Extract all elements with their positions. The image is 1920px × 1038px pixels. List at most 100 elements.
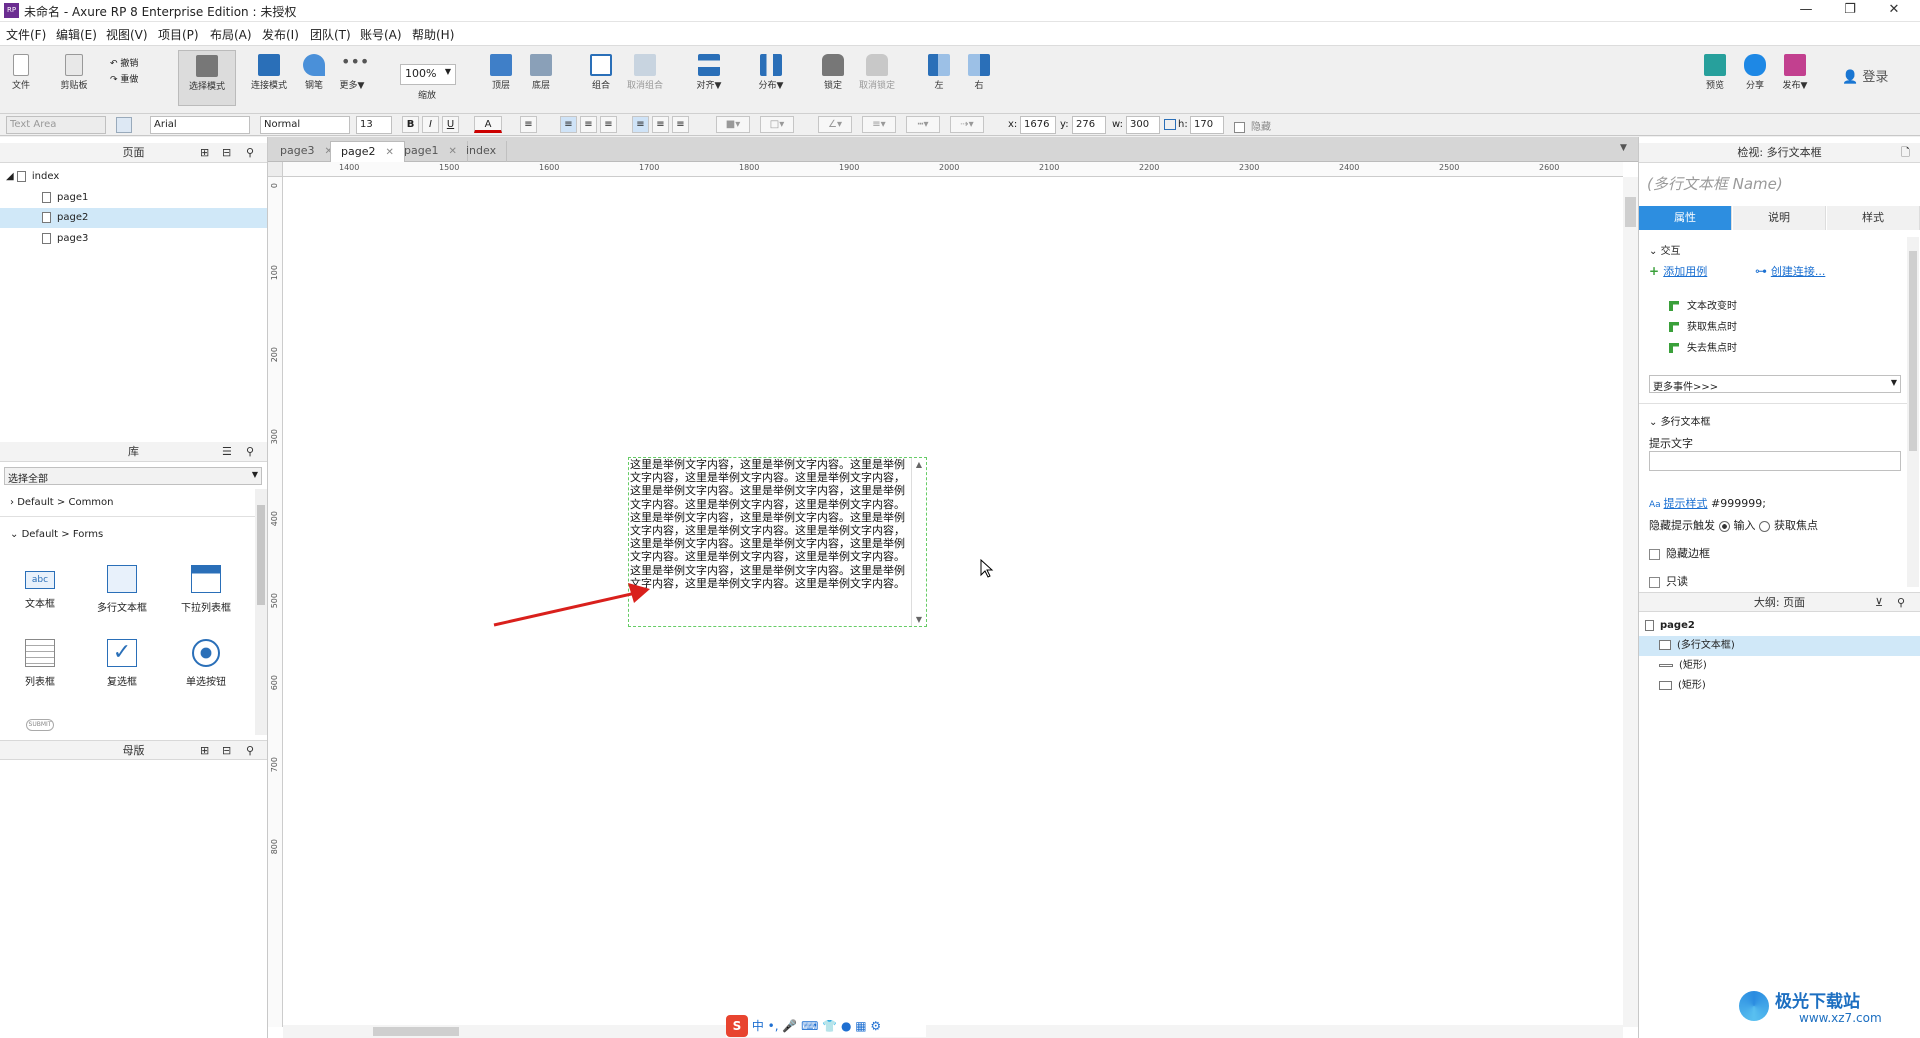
outline-item-rect-1[interactable]: (矩形) [1639, 656, 1920, 676]
notes-icon[interactable]: 🗋 [1901, 143, 1910, 163]
valign-middle-icon[interactable]: ≡ [652, 116, 669, 133]
text-area-scrollbar[interactable]: ▲ ▼ [911, 458, 926, 626]
add-folder-icon[interactable]: ⊟ [222, 741, 231, 761]
radio-focus-option[interactable] [1759, 520, 1770, 532]
x-input[interactable]: 1676 [1020, 116, 1056, 134]
event-blur[interactable]: 失去焦点时 [1669, 339, 1737, 354]
text-area-content[interactable]: 这里是举例文字内容，这里是举例文字内容。这里是举例文字内容，这里是举例文字内容。… [630, 458, 912, 590]
share-button[interactable]: 分享 [1740, 50, 1770, 106]
readonly-checkbox[interactable]: 只读 [1649, 573, 1688, 589]
hscroll-thumb[interactable] [373, 1027, 459, 1036]
page-tree-item-page2[interactable]: page2 [0, 208, 267, 228]
outline-page-item[interactable]: page2 [1639, 616, 1920, 636]
menu-edit[interactable]: 编辑(E) [56, 26, 97, 43]
redo-button[interactable]: ↷ 重做 [110, 72, 138, 85]
font-family-select[interactable]: Arial [150, 116, 250, 134]
inspector-tab-notes[interactable]: 说明 [1733, 206, 1826, 230]
right-panel-toggle[interactable]: 右 [966, 50, 992, 106]
connect-mode-button[interactable]: 连接模式 [244, 50, 294, 106]
page-tree-item-page1[interactable]: page1 [0, 188, 267, 208]
line-style-icon[interactable]: ┅▾ [906, 116, 940, 133]
create-link-link[interactable]: ⊶ 创建连接... [1755, 263, 1825, 279]
canvas-text-area-widget[interactable]: 这里是举例文字内容，这里是举例文字内容。这里是举例文字内容，这里是举例文字内容。… [628, 457, 927, 627]
event-text-change[interactable]: 文本改变时 [1669, 297, 1737, 312]
format-painter-icon[interactable] [116, 117, 132, 133]
scroll-down-icon[interactable]: ▼ [912, 615, 926, 624]
font-color-button[interactable]: A [474, 116, 502, 133]
h-input[interactable]: 170 [1190, 116, 1224, 134]
menu-icon[interactable]: ☰ [222, 442, 232, 462]
font-style-select[interactable]: Normal [260, 116, 350, 134]
align-button[interactable]: 对齐▼ [694, 50, 724, 106]
library-select[interactable]: 选择全部 ▼ [4, 467, 262, 485]
menu-layout[interactable]: 布局(A) [210, 26, 252, 43]
search-icon[interactable]: ⚲ [246, 741, 254, 761]
search-icon[interactable]: ⚲ [1897, 593, 1905, 613]
left-panel-toggle[interactable]: 左 [926, 50, 952, 106]
menu-project[interactable]: 项目(P) [158, 26, 199, 43]
select-mode-button[interactable]: 选择模式 [178, 50, 236, 106]
hide-border-checkbox[interactable]: 隐藏边框 [1649, 545, 1710, 561]
widget-checkbox[interactable]: ✓ 复选框 [82, 639, 162, 688]
library-scrollbar[interactable] [255, 489, 267, 735]
menu-view[interactable]: 视图(V) [106, 26, 148, 43]
zoom-select[interactable]: 100% ▼ [400, 64, 456, 85]
link-ratio-icon[interactable] [1164, 119, 1176, 130]
underline-button[interactable]: U [442, 116, 459, 133]
shadow-icon[interactable]: □▾ [760, 116, 794, 133]
clipboard-button[interactable]: 剪贴板 [54, 50, 94, 106]
send-to-bottom-button[interactable]: 底层 [526, 50, 556, 106]
widget-listbox[interactable]: 列表框 [0, 639, 80, 688]
more-events-select[interactable]: 更多事件>>> ▼ [1649, 375, 1901, 393]
undo-button[interactable]: ↶ 撤销 [110, 56, 138, 69]
arrow-style-icon[interactable]: ⇢▾ [950, 116, 984, 133]
line-color-icon[interactable]: ∠▾ [818, 116, 852, 133]
library-group-common[interactable]: › Default > Common [0, 489, 255, 517]
widget-type-select[interactable]: Text Area [6, 116, 106, 134]
interaction-section-header[interactable]: ⌄ 交互 [1649, 242, 1681, 257]
pen-button[interactable]: 钢笔 [296, 50, 332, 106]
font-size-select[interactable]: 13 [356, 116, 392, 134]
menu-account[interactable]: 账号(A) [360, 26, 402, 43]
preview-button[interactable]: 预览 [1700, 50, 1730, 106]
outline-item-rect-2[interactable]: (矩形) [1639, 676, 1920, 696]
widget-droplist[interactable]: 下拉列表框 [166, 565, 246, 614]
close-icon[interactable]: ✕ [385, 147, 393, 158]
widget-submit-partial[interactable]: SUBMIT [26, 719, 54, 731]
group-button[interactable]: 组合 [586, 50, 616, 106]
close-button[interactable]: ✕ [1874, 0, 1914, 22]
menu-help[interactable]: 帮助(H) [412, 26, 454, 43]
italic-button[interactable]: I [422, 116, 439, 133]
align-left-icon[interactable]: ≡ [560, 116, 577, 133]
menu-file[interactable]: 文件(F) [6, 26, 46, 43]
canvas-vscrollbar[interactable] [1623, 177, 1638, 1027]
inspector-tab-style[interactable]: 样式 [1827, 206, 1920, 230]
distribute-button[interactable]: 分布▼ [756, 50, 786, 106]
search-icon[interactable]: ⚲ [246, 143, 254, 163]
widget-name-input[interactable]: (多行文本框 Name) [1647, 173, 1783, 194]
bold-button[interactable]: B [402, 116, 419, 133]
y-input[interactable]: 276 [1072, 116, 1106, 134]
add-case-link[interactable]: + 添加用例 [1649, 263, 1707, 279]
fill-color-icon[interactable]: ■▾ [716, 116, 750, 133]
filter-icon[interactable]: ⊻ [1875, 593, 1883, 613]
widget-text-area[interactable]: 多行文本框 [82, 565, 162, 614]
w-input[interactable]: 300 [1126, 116, 1160, 134]
maximize-button[interactable]: ❐ [1830, 0, 1870, 22]
textarea-section-header[interactable]: ⌄ 多行文本框 [1649, 413, 1711, 428]
valign-bottom-icon[interactable]: ≡ [672, 116, 689, 133]
add-page-icon[interactable]: ⊞ [200, 143, 209, 163]
publish-button[interactable]: 发布▼ [1780, 50, 1810, 106]
hidden-checkbox[interactable]: 隐藏 [1234, 118, 1271, 133]
event-focus[interactable]: 获取焦点时 [1669, 318, 1737, 333]
valign-top-icon[interactable]: ≡ [632, 116, 649, 133]
search-icon[interactable]: ⚲ [246, 442, 254, 462]
lock-button[interactable]: 锁定 [818, 50, 848, 106]
inspector-tab-properties[interactable]: 属性 [1639, 206, 1732, 230]
page-tree-item-index[interactable]: ◢ index [0, 167, 267, 187]
widget-text-field[interactable]: abc 文本框 [0, 565, 80, 610]
menu-team[interactable]: 团队(T) [310, 26, 351, 43]
hint-style-link[interactable]: 提示样式 [1664, 497, 1708, 510]
library-group-forms[interactable]: ⌄ Default > Forms [0, 523, 255, 547]
outline-item-textarea[interactable]: (多行文本框) [1639, 636, 1920, 656]
